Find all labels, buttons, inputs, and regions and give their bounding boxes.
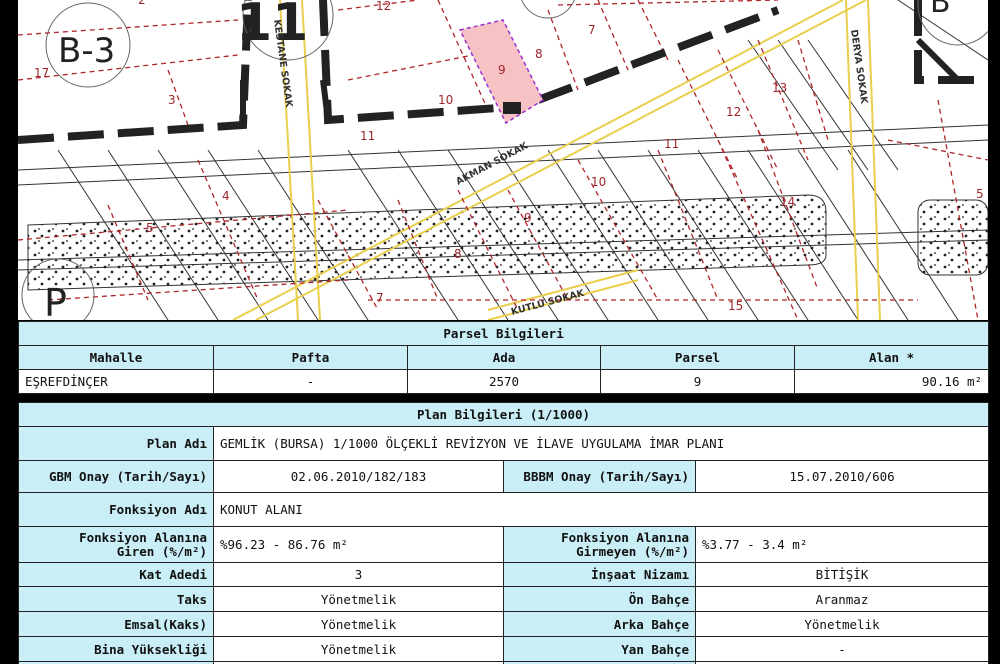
parcel-number: 13 bbox=[772, 81, 787, 95]
parcel-number: 8 bbox=[535, 47, 543, 61]
parcel-number: 9 bbox=[498, 63, 506, 77]
emsal-label: Emsal(Kaks) bbox=[18, 611, 214, 637]
parcel-number: 17 bbox=[34, 66, 49, 80]
building-mark bbox=[503, 102, 521, 114]
side-yard-value: - bbox=[694, 636, 990, 662]
map-canvas: B-3 11 P B KESTANE SOKAK DERYA SOKAK AKM… bbox=[18, 0, 988, 320]
parcel-number: 11 bbox=[360, 129, 375, 143]
plan-name-value: GEMLİK (BURSA) 1/1000 ÖLÇEKLİ REVİZYON V… bbox=[212, 426, 990, 461]
construction-order-value: BİTİŞİK bbox=[694, 562, 990, 587]
parcel-info-title: Parsel Bilgileri bbox=[17, 321, 990, 346]
gbm-approval-value: 02.06.2010/182/183 bbox=[213, 460, 504, 493]
parcel-number: 2 bbox=[138, 0, 146, 7]
function-area-out-label-line1: Fonksiyon Alanına bbox=[561, 529, 689, 545]
floor-count-label: Kat Adedi bbox=[18, 562, 214, 587]
block-label-b3: B-3 bbox=[58, 31, 115, 71]
front-yard-value: Aranmaz bbox=[694, 586, 990, 612]
green-area-right bbox=[917, 199, 988, 276]
function-area-in-value: %96.23 - 86.76 m² bbox=[213, 526, 504, 563]
side-yard-label: Yan Bahçe bbox=[503, 636, 696, 662]
parcel-number: 8 bbox=[454, 247, 462, 261]
col-header-pafta: Pafta bbox=[213, 345, 408, 370]
plan-name-label: Plan Adı bbox=[18, 426, 214, 461]
plan-info-title: Plan Bilgileri (1/1000) bbox=[17, 402, 990, 427]
function-area-in-label-line2: Giren (%/m²) bbox=[116, 543, 207, 559]
value-alan: 90.16 m² bbox=[793, 369, 990, 394]
back-yard-value: Yönetmelik bbox=[694, 611, 990, 637]
value-pafta: - bbox=[213, 369, 408, 394]
building-height-label: Bina Yüksekliği bbox=[18, 636, 214, 662]
taks-value: Yönetmelik bbox=[213, 586, 504, 612]
gbm-approval-label: GBM Onay (Tarih/Sayı) bbox=[18, 460, 214, 493]
function-area-in-label-line1: Fonksiyon Alanına bbox=[79, 529, 207, 545]
parcel-number: 10 bbox=[438, 93, 453, 107]
parcel-number: 12 bbox=[726, 105, 741, 119]
building-height-value: Yönetmelik bbox=[213, 636, 504, 662]
col-header-mahalle: Mahalle bbox=[18, 345, 214, 370]
bbbm-approval-label: BBBM Onay (Tarih/Sayı) bbox=[503, 460, 696, 493]
construction-order-label: İnşaat Nizamı bbox=[503, 562, 696, 587]
parcel-number: 3 bbox=[168, 93, 176, 107]
parcel-number: 10 bbox=[591, 175, 606, 189]
parcel-number: 5 bbox=[146, 221, 154, 235]
left-border bbox=[0, 0, 14, 664]
value-ada: 2570 bbox=[407, 369, 601, 394]
parcel-number: 14 bbox=[780, 195, 795, 209]
block-label-p: P bbox=[44, 281, 67, 320]
parcel-number: 4 bbox=[222, 189, 230, 203]
front-yard-label: Ön Bahçe bbox=[503, 586, 696, 612]
taks-label: Taks bbox=[18, 586, 214, 612]
parcel-number: 5 bbox=[976, 187, 984, 201]
col-header-alan: Alan * bbox=[793, 345, 990, 370]
function-area-in-label: Fonksiyon Alanına Giren (%/m²) bbox=[18, 526, 214, 563]
parcel-number: 7 bbox=[376, 291, 384, 305]
function-name-value: KONUT ALANI bbox=[212, 492, 990, 527]
bbbm-approval-value: 15.07.2010/606 bbox=[694, 460, 990, 493]
function-name-label: Fonksiyon Adı bbox=[18, 492, 214, 527]
col-header-parsel: Parsel bbox=[600, 345, 795, 370]
zoning-map[interactable]: B-3 11 P B KESTANE SOKAK DERYA SOKAK AKM… bbox=[18, 0, 988, 320]
right-border bbox=[990, 0, 1000, 664]
col-header-ada: Ada bbox=[407, 345, 601, 370]
value-mahalle: EŞREFDİNÇER bbox=[18, 369, 214, 394]
parcel-info-table: Parsel Bilgileri Mahalle Pafta Ada Parse… bbox=[17, 321, 990, 394]
block-label-b: B bbox=[930, 0, 951, 20]
function-area-out-label-line2: Girmeyen (%/m²) bbox=[576, 543, 689, 559]
parcel-number: 9 bbox=[524, 211, 532, 225]
value-parsel: 9 bbox=[600, 369, 795, 394]
emsal-value: Yönetmelik bbox=[213, 611, 504, 637]
parcel-number: 12 bbox=[376, 0, 391, 13]
plan-info-table: Plan Bilgileri (1/1000) Plan Adı GEMLİK … bbox=[17, 402, 990, 664]
parcel-number: 15 bbox=[728, 299, 743, 313]
page: B-3 11 P B KESTANE SOKAK DERYA SOKAK AKM… bbox=[0, 0, 1000, 664]
parcel-number: 11 bbox=[664, 137, 679, 151]
function-area-out-label: Fonksiyon Alanına Girmeyen (%/m²) bbox=[503, 526, 696, 563]
function-area-out-value: %3.77 - 3.4 m² bbox=[694, 526, 990, 563]
parcel-number: 7 bbox=[588, 23, 596, 37]
back-yard-label: Arka Bahçe bbox=[503, 611, 696, 637]
floor-count-value: 3 bbox=[213, 562, 504, 587]
